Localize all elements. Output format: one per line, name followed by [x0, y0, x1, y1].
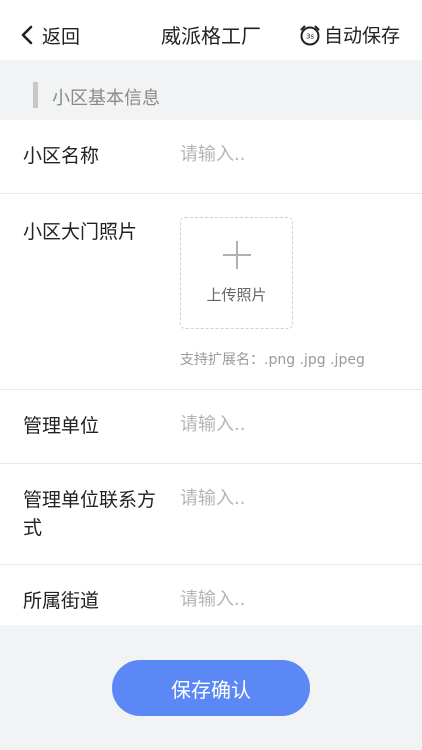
- autosave-label: 自动保存: [323, 25, 400, 47]
- section-header: 小区基本信息: [0, 60, 422, 120]
- autosave-button[interactable]: 3s 自动保存: [298, 21, 400, 48]
- management-unit-input[interactable]: [180, 414, 400, 435]
- form-row-management-contact: 管理单位联系方式: [0, 464, 422, 565]
- community-form: 小区名称 小区大门照片 上传照片 支持扩展名：.png .jpg .jpeg 管…: [0, 120, 422, 625]
- management-contact-label: 管理单位联系方式: [23, 489, 157, 539]
- upload-photo-label: 上传照片: [206, 286, 267, 304]
- street-label: 所属街道: [23, 590, 100, 612]
- name-input[interactable]: [180, 144, 400, 165]
- navigation-bar: 返回 威派格工厂 3s 自动保存: [0, 0, 422, 60]
- section-accent-bar: [33, 82, 38, 108]
- form-row-street: 所属街道: [0, 565, 422, 625]
- street-input[interactable]: [180, 589, 400, 610]
- plus-icon: [223, 241, 251, 269]
- form-row-gate-photo: 小区大门照片 上传照片 支持扩展名：.png .jpg .jpeg: [0, 194, 422, 390]
- form-row-management-unit: 管理单位: [0, 390, 422, 464]
- svg-text:3s: 3s: [306, 32, 314, 40]
- name-label: 小区名称: [23, 145, 100, 167]
- management-unit-label: 管理单位: [23, 415, 100, 437]
- file-extension-hint: 支持扩展名：.png .jpg .jpeg: [180, 352, 365, 368]
- save-confirm-button[interactable]: 保存确认: [112, 660, 310, 716]
- form-row-name: 小区名称: [0, 120, 422, 194]
- management-contact-input[interactable]: [180, 488, 400, 509]
- chevron-left-icon: [21, 25, 33, 45]
- back-button[interactable]: 返回: [18, 20, 80, 50]
- alarm-clock-icon: 3s: [300, 25, 320, 45]
- gate-photo-label: 小区大门照片: [23, 221, 138, 243]
- page-title: 威派格工厂: [161, 24, 261, 48]
- upload-photo-button[interactable]: 上传照片: [180, 217, 293, 329]
- section-title: 小区基本信息: [52, 88, 160, 109]
- back-label: 返回: [42, 25, 81, 48]
